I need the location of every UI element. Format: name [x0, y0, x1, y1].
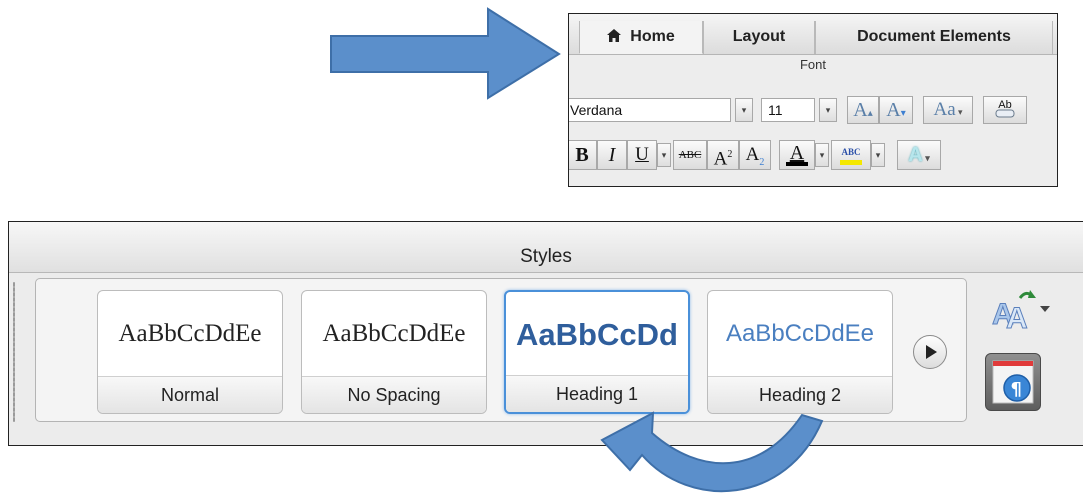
- tab-document-elements-label: Document Elements: [857, 28, 1011, 45]
- underline-dropdown[interactable]: ▾: [657, 143, 671, 167]
- subscript-button[interactable]: A2: [739, 140, 771, 170]
- font-name-input[interactable]: Verdana: [569, 98, 731, 122]
- tab-layout-label: Layout: [732, 28, 786, 45]
- font-color-dropdown[interactable]: ▾: [815, 143, 829, 167]
- annotation-arrow-right: [330, 7, 561, 100]
- italic-glyph: I: [608, 144, 616, 166]
- style-label-no-spacing: No Spacing: [302, 376, 486, 413]
- eraser-icon: [995, 109, 1015, 118]
- font-group-label: Font: [799, 57, 826, 72]
- more-styles-button[interactable]: [913, 335, 947, 369]
- clear-formatting-glyph: Ab: [998, 99, 1012, 111]
- styles-aa-icon: A A: [992, 290, 1050, 336]
- underline-glyph: U: [635, 144, 649, 165]
- change-case-button[interactable]: Aa ▾: [923, 96, 973, 124]
- annotation-arrow-curved: [600, 411, 824, 493]
- highlight-glyph: ABC: [841, 147, 861, 157]
- subscript-mark: 2: [759, 156, 765, 168]
- styles-panel: Styles AaBbCcDdEe Normal AaBbCcDdEe No S…: [8, 221, 1083, 446]
- superscript-button[interactable]: A2: [707, 140, 739, 170]
- chevron-down-icon: ▾: [922, 153, 930, 163]
- style-card-normal[interactable]: AaBbCcDdEe Normal: [97, 290, 283, 414]
- change-case-glyph: Aa: [933, 99, 956, 120]
- italic-button[interactable]: I: [597, 140, 627, 170]
- home-icon: [607, 29, 622, 42]
- svg-text:¶: ¶: [1011, 379, 1022, 400]
- font-name-dropdown[interactable]: ▾: [735, 98, 753, 122]
- text-effects-glyph: A: [908, 144, 923, 166]
- bold-button[interactable]: B: [569, 140, 597, 170]
- chevron-down-icon: ▾: [955, 107, 963, 117]
- strikethrough-button[interactable]: ABC: [673, 140, 707, 170]
- clear-formatting-button[interactable]: Ab: [983, 96, 1027, 124]
- styles-pane-button[interactable]: ¶: [985, 353, 1041, 411]
- tab-home-label: Home: [630, 28, 675, 45]
- font-size-dropdown[interactable]: ▾: [819, 98, 837, 122]
- font-color-button[interactable]: A: [779, 140, 815, 170]
- grow-font-button[interactable]: A▴: [847, 96, 879, 124]
- style-sample-normal: AaBbCcDdEe: [118, 320, 262, 347]
- underline-button[interactable]: U: [627, 140, 657, 170]
- font-ribbon: Home Layout Document Elements Font Verda…: [568, 13, 1058, 187]
- styles-title: Styles: [520, 246, 572, 267]
- tab-document-elements[interactable]: Document Elements: [815, 21, 1053, 54]
- ribbon-tab-bar: Home Layout Document Elements: [569, 14, 1057, 55]
- style-sample-heading-1: AaBbCcDd: [516, 317, 678, 352]
- triangle-down-icon: ▾: [900, 108, 906, 119]
- manage-styles-button[interactable]: A A: [984, 286, 1056, 342]
- play-circle-icon: [926, 345, 937, 359]
- highlight-swatch: [840, 160, 862, 165]
- subscript-glyph: A: [745, 144, 760, 165]
- tab-layout[interactable]: Layout: [703, 21, 815, 54]
- style-sample-heading-2: AaBbCcDdEe: [725, 320, 875, 347]
- shrink-font-button[interactable]: A▾: [879, 96, 913, 124]
- svg-text:A: A: [1006, 302, 1028, 335]
- font-color-swatch: [786, 162, 808, 166]
- superscript-mark: 2: [727, 149, 733, 160]
- shrink-font-glyph: A: [886, 99, 901, 121]
- bold-glyph: B: [575, 144, 589, 166]
- style-sample-no-spacing: AaBbCcDdEe: [322, 320, 466, 347]
- grow-font-glyph: A: [853, 99, 868, 121]
- panel-grip-handle[interactable]: [13, 282, 15, 422]
- font-color-glyph: A: [789, 142, 805, 164]
- font-size-input[interactable]: 11: [761, 98, 815, 122]
- style-label-normal: Normal: [98, 376, 282, 413]
- tab-home[interactable]: Home: [579, 21, 703, 54]
- highlight-dropdown[interactable]: ▾: [871, 143, 885, 167]
- strikethrough-glyph: ABC: [678, 149, 702, 161]
- superscript-glyph: A: [713, 148, 728, 170]
- text-effects-button[interactable]: A ▾: [897, 140, 941, 170]
- pilcrow-pane-icon: ¶: [992, 360, 1034, 404]
- highlight-button[interactable]: ABC: [831, 140, 871, 170]
- style-card-no-spacing[interactable]: AaBbCcDdEe No Spacing: [301, 290, 487, 414]
- triangle-up-icon: ▴: [867, 108, 873, 119]
